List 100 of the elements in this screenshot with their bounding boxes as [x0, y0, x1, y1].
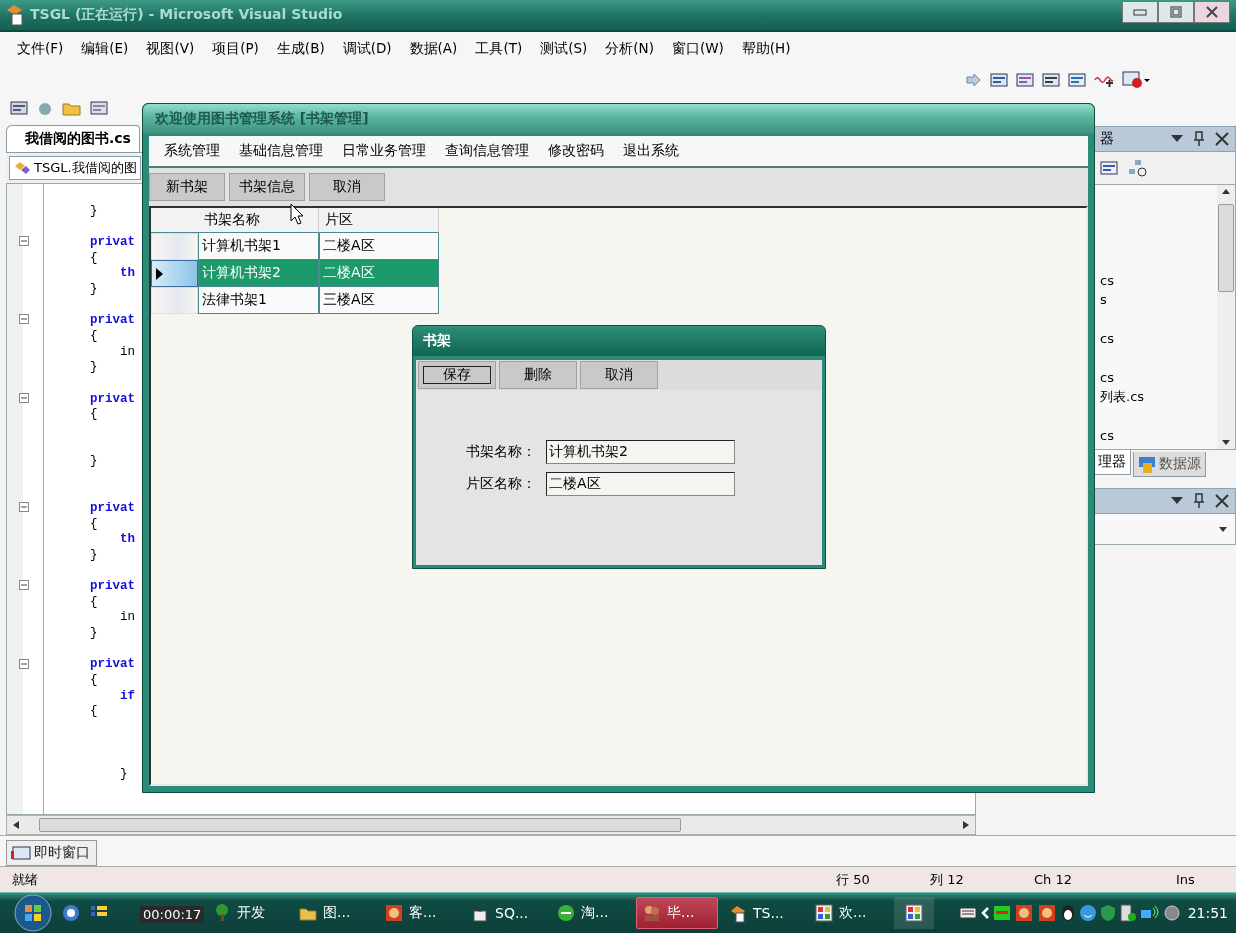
menu-item[interactable]: 数据(A) — [409, 40, 458, 58]
chevron-icon[interactable] — [979, 906, 990, 920]
code-text: th — [120, 532, 135, 547]
row-header[interactable] — [151, 260, 198, 287]
code-text: th — [120, 266, 135, 281]
file-item[interactable]: cs — [1100, 369, 1114, 385]
menu-item[interactable]: 工具(T) — [475, 40, 523, 58]
menu-item[interactable]: 系统管理 — [155, 142, 230, 160]
dropdown-icon[interactable] — [1219, 526, 1227, 532]
server-icon[interactable] — [1118, 904, 1137, 922]
pin-icon[interactable] — [1193, 131, 1205, 147]
properties-icon[interactable] — [1100, 160, 1118, 176]
menu-item[interactable]: 帮助(H) — [741, 40, 791, 58]
menu-item[interactable]: 分析(N) — [605, 40, 654, 58]
menu-item[interactable]: 修改密码 — [539, 142, 614, 160]
close-button[interactable] — [1194, 1, 1230, 23]
table-cell: 计算机书架2 — [198, 260, 319, 287]
panel-tab[interactable]: 数据源 — [1133, 452, 1206, 477]
collapse-icon[interactable] — [19, 392, 29, 403]
code-text: privat — [90, 657, 135, 672]
taskbar-item[interactable]: 欢... — [808, 897, 890, 929]
taskbar-item[interactable]: 毕... — [636, 897, 718, 929]
collapse-icon[interactable] — [19, 580, 29, 591]
scroll-up-icon — [1222, 189, 1230, 194]
column-header[interactable]: 片区 — [319, 208, 439, 233]
window-icon[interactable] — [1016, 72, 1034, 88]
file-item[interactable]: 列表.cs — [1100, 387, 1145, 406]
toolbar-button[interactable]: 新书架 — [149, 173, 225, 201]
taskbar-item[interactable]: 客... — [378, 897, 460, 929]
code-text: if — [120, 688, 135, 703]
pin-icon[interactable] — [1193, 493, 1205, 509]
vertical-scrollbar[interactable] — [1217, 185, 1235, 449]
dropdown-icon[interactable] — [1171, 497, 1183, 505]
dialog-title: 书架 — [413, 326, 825, 356]
record-icon[interactable] — [1122, 71, 1152, 89]
file-item[interactable]: s — [1100, 292, 1107, 308]
minimize-button[interactable] — [1122, 1, 1158, 23]
speaker-icon[interactable] — [1162, 904, 1181, 922]
dialog-button[interactable]: 保存 — [418, 361, 496, 389]
start-button[interactable] — [14, 894, 52, 932]
menu-item[interactable]: 文件(F) — [17, 40, 64, 58]
code-text: in — [120, 344, 135, 359]
table-cell: 法律书架1 — [198, 287, 319, 314]
menu-item[interactable]: 编辑(E) — [81, 40, 129, 58]
menu-item[interactable]: 基础信息管理 — [230, 142, 333, 160]
menu-item[interactable]: 退出系统 — [614, 142, 689, 160]
file-item[interactable]: cs — [1100, 427, 1114, 443]
menu-item[interactable]: 查询信息管理 — [436, 142, 539, 160]
immediate-window-tab[interactable]: 即时窗口 — [6, 840, 97, 866]
field-label: 片区名称： — [465, 475, 536, 493]
minimize-icon — [1133, 8, 1147, 16]
collapse-icon[interactable] — [19, 314, 29, 325]
class-icon — [13, 160, 31, 176]
window-icon[interactable] — [990, 72, 1008, 88]
input-field[interactable]: 计算机书架2 — [546, 440, 735, 464]
dialog-button[interactable]: 取消 — [580, 361, 658, 389]
window-icon[interactable] — [10, 100, 28, 116]
taskbar-item[interactable]: 淘... — [550, 897, 632, 929]
panel-tab[interactable]: 理器 — [1093, 450, 1131, 475]
taskbar-item[interactable]: TS... — [722, 897, 804, 929]
browser-icon[interactable] — [62, 904, 80, 922]
menu-item[interactable]: 视图(V) — [146, 40, 195, 58]
keyboard-icon[interactable] — [958, 906, 977, 920]
dropdown-icon[interactable] — [1171, 135, 1183, 143]
input-field[interactable]: 二楼A区 — [546, 472, 735, 496]
toolbar-button[interactable]: 取消 — [309, 173, 385, 201]
collapse-icon[interactable] — [19, 658, 29, 669]
menu-item[interactable]: 调试(D) — [342, 40, 392, 58]
menu-item[interactable]: 项目(P) — [212, 40, 259, 58]
dialog-button[interactable]: 删除 — [499, 361, 577, 389]
document-tab[interactable]: 我借阅的图书.cs — [6, 125, 140, 152]
menu-item[interactable]: 日常业务管理 — [333, 142, 436, 160]
window-icon[interactable] — [1042, 72, 1060, 88]
windows-icon[interactable] — [1068, 72, 1086, 88]
close-icon[interactable] — [1215, 494, 1229, 508]
column-header[interactable]: 书架名称 — [198, 208, 319, 233]
grid-icon[interactable] — [90, 100, 108, 116]
taskbar-item[interactable]: SQ... — [464, 897, 546, 929]
class-selector[interactable]: TSGL.我借阅的图 — [9, 156, 141, 180]
toolbar-button[interactable]: 书架信息 — [229, 173, 305, 201]
menu-item[interactable]: 测试(S) — [540, 40, 588, 58]
file-item[interactable]: cs — [1100, 272, 1114, 288]
taskbar-item[interactable] — [894, 897, 934, 929]
menu-item[interactable]: 窗口(W) — [671, 40, 724, 58]
taskbar-item[interactable]: 图... — [292, 897, 374, 929]
penguin-icon[interactable] — [1059, 904, 1076, 922]
restore-button[interactable] — [1158, 1, 1194, 23]
code-text: { — [90, 516, 98, 531]
close-icon[interactable] — [1215, 132, 1229, 146]
taskbar-item[interactable]: 开发 — [206, 897, 288, 929]
file-item[interactable]: cs — [1100, 330, 1114, 346]
menu-item[interactable]: 生成(B) — [276, 40, 325, 58]
collapse-icon[interactable] — [19, 502, 29, 513]
collapse-icon[interactable] — [19, 236, 29, 247]
arrow-icon[interactable] — [966, 73, 982, 87]
code-text: { — [90, 704, 98, 719]
horizontal-scrollbar[interactable] — [6, 815, 976, 835]
close-icon — [1205, 6, 1219, 18]
smiley-icon[interactable] — [1078, 904, 1097, 922]
class-diagram-icon[interactable] — [1128, 159, 1148, 177]
